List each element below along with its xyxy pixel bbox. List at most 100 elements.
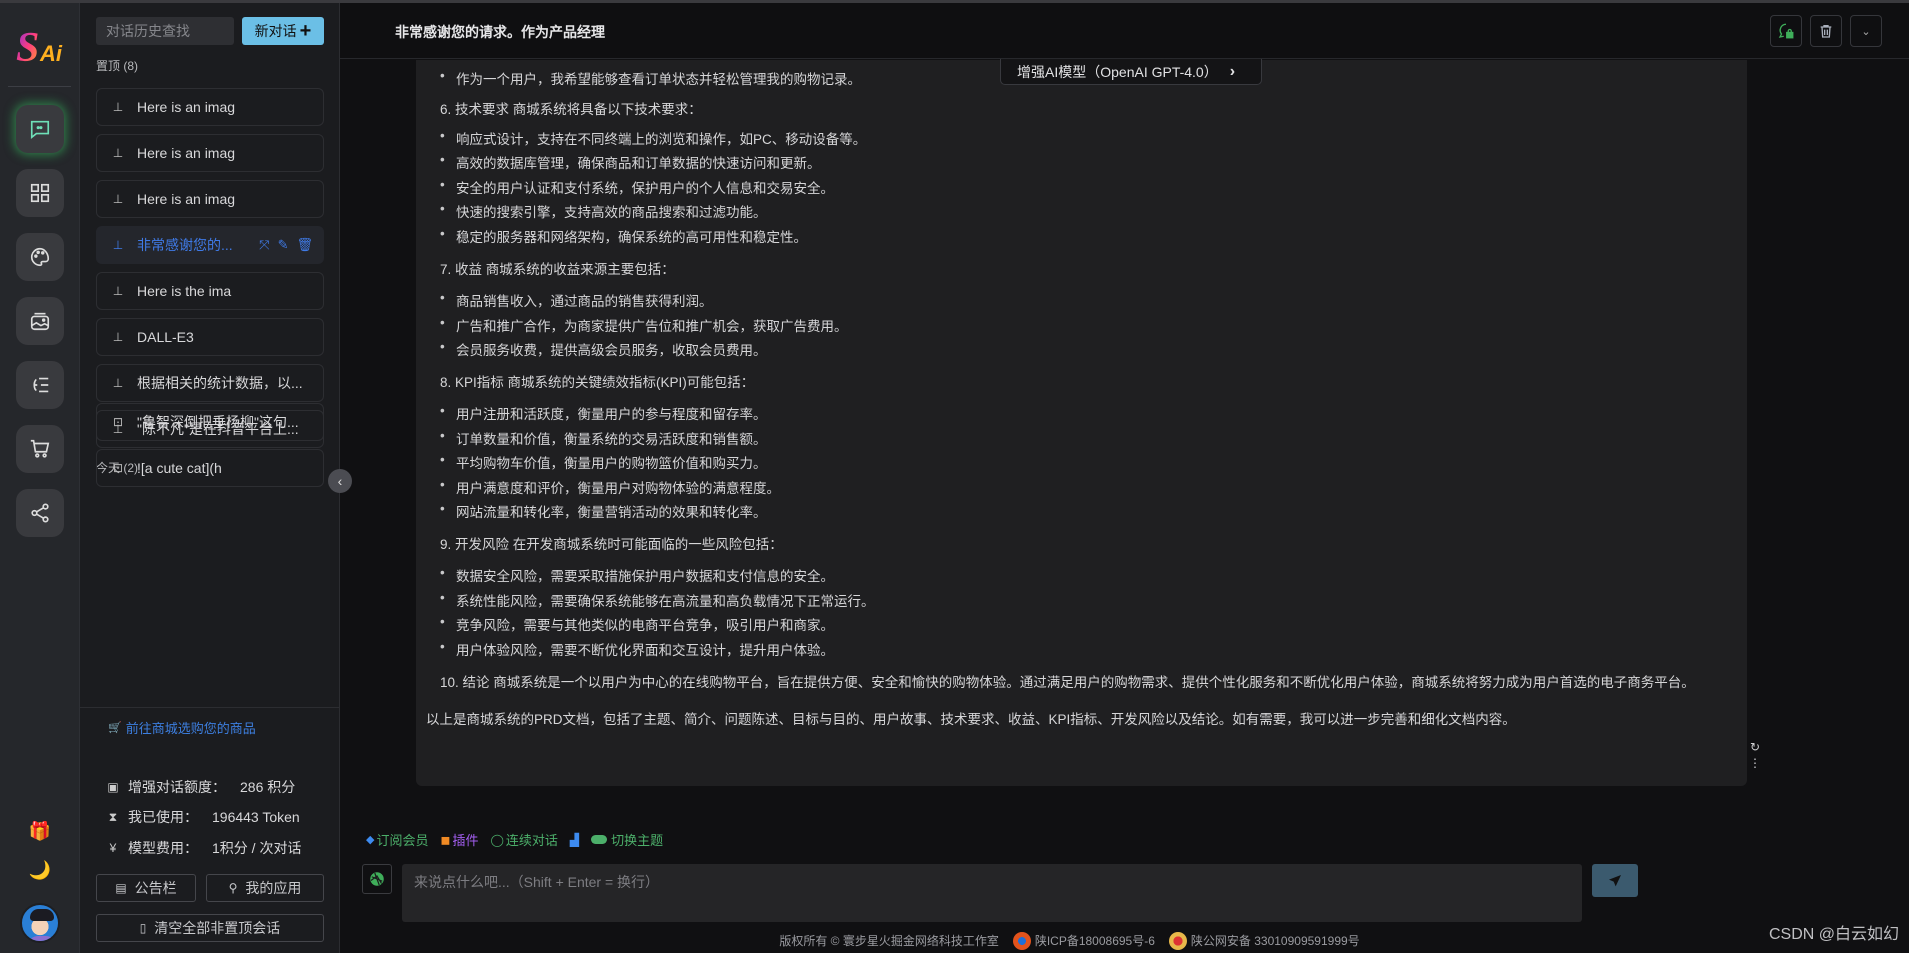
coin-icon: ¥	[109, 841, 117, 855]
message-bullet: 系统性能风险，需要确保系统能够在高流量和高负载情况下正常运行。	[440, 590, 874, 610]
message-bullet: 用户满意度和评价，衡量用户对购物体验的满意程度。	[440, 477, 780, 497]
message-bullet: 安全的用户认证和支付系统，保护用户的个人信息和交易安全。	[440, 177, 834, 197]
history-item-label: "鲁智深倒把垂杨柳"这句...	[137, 414, 299, 430]
rail-mindmap-button[interactable]	[16, 361, 64, 409]
history-item[interactable]: ⊥ Here is an imag	[96, 180, 324, 218]
history-item-label: Here is an imag	[137, 191, 236, 207]
puzzle-icon: ◼	[440, 832, 451, 847]
message-bullet: 网站流量和转化率，衡量营销活动的效果和转化率。	[440, 501, 766, 521]
clear-input-button[interactable]: ▟	[570, 833, 579, 847]
pinned-group-title: 置顶 (8)	[96, 59, 139, 73]
switch-theme-button[interactable]: 切换主题	[591, 830, 663, 849]
pin-icon: ⊥	[112, 192, 124, 206]
message-heading: 10. 结论 商城系统是一个以用户为中心的在线购物平台，旨在提供方便、安全和愉快…	[440, 675, 1695, 690]
history-item[interactable]: ⊥ Here is the ima	[96, 272, 324, 310]
edit-icon[interactable]: ✎	[278, 237, 289, 253]
chat-header: 非常感谢您的请求。作为产品经理 ⌄	[340, 3, 1909, 59]
nav-rail: S Ai 🎁 🌙	[0, 3, 80, 953]
subscribe-button[interactable]: ◆ 订阅会员	[366, 830, 428, 849]
message-bullet: 商品销售收入，通过商品的销售获得利润。	[440, 290, 712, 310]
message-bullet: 数据安全风险，需要采取措施保护用户数据和支付信息的安全。	[440, 565, 834, 585]
rail-share-button[interactable]	[16, 489, 64, 537]
svg-text:Ai: Ai	[39, 41, 63, 66]
history-item[interactable]: ⊥ 非常感谢您的... ⤧ ✎ 🗑	[96, 226, 324, 264]
message-bullet: 会员服务收费，提供高级会员服务，收取会员费用。	[440, 339, 766, 359]
copyright-text: 版权所有 © 寰步星火掘金网络科技工作室	[779, 934, 999, 948]
icp-link[interactable]: 陕ICP备18008695号-6	[1012, 931, 1155, 950]
history-item[interactable]: ⊥ Here is an imag	[96, 134, 324, 172]
rail-apps-button[interactable]	[16, 169, 64, 217]
collapse-panel-button[interactable]: ‹	[328, 469, 352, 493]
history-item-label: ![a cute cat](h	[137, 460, 222, 476]
message-bullet: 用户注册和活跃度，衡量用户的参与程度和留存率。	[440, 403, 766, 423]
delete-chat-button[interactable]	[1810, 15, 1842, 47]
message-heading: 9. 开发风险 在开发商城系统时可能面临的一些风险包括：	[440, 537, 783, 552]
shop-link[interactable]: 🛒 前往商城选购您的商品	[108, 718, 256, 737]
continuous-chat-button[interactable]: ◯ 连续对话	[490, 830, 557, 849]
message-bullet: 高效的数据库管理，确保商品和订单数据的快速访问和更新。	[440, 152, 820, 172]
theme-moon-icon[interactable]: 🌙	[28, 860, 52, 881]
rail-shop-button[interactable]	[16, 425, 64, 473]
delete-icon[interactable]: 🗑	[296, 237, 313, 253]
model-switch-button[interactable]	[362, 864, 392, 894]
more-options-button[interactable]: ⌄	[1850, 15, 1882, 47]
pin-icon: ⊥	[112, 330, 124, 344]
chat-icon: ⊡	[112, 415, 124, 429]
clear-conversations-button[interactable]: ▯ 清空全部非置顶会话	[96, 914, 324, 942]
image-gallery-icon	[30, 312, 50, 331]
regenerate-icon[interactable]: ↻	[1748, 740, 1762, 754]
rail-chat-button[interactable]	[16, 105, 64, 153]
hourglass-icon: ⧗	[108, 809, 118, 824]
new-chat-button[interactable]: 新对话 +	[242, 17, 324, 45]
history-item-label: 非常感谢您的...	[137, 237, 233, 253]
notice-board-button[interactable]: ▤ 公告栏	[96, 874, 196, 902]
new-chat-label: 新对话	[254, 23, 297, 39]
chat-lock-icon	[1778, 23, 1794, 39]
message-bullet: 平均购物车价值，衡量用户的购物篮价值和购买力。	[440, 452, 766, 472]
pin-icon: ⊥	[112, 238, 124, 252]
pin-icon: ⊥	[112, 100, 124, 114]
rail-draw-button[interactable]	[16, 233, 64, 281]
message-bullet: 用户体验风险，需要不断优化界面和交互设计，提升用户体验。	[440, 639, 834, 659]
more-vertical-icon[interactable]: ⋮	[1748, 756, 1762, 770]
trash-icon: ▯	[139, 921, 147, 935]
chat-bubble-icon	[30, 120, 50, 139]
send-icon	[1609, 874, 1621, 886]
rail-gallery-button[interactable]	[16, 297, 64, 345]
history-item[interactable]: ⊥ DALL-E3	[96, 318, 324, 356]
pin-icon: ⊥	[112, 284, 124, 298]
history-item[interactable]: ⊡ "鲁智深倒把垂杨柳"这句...	[96, 403, 324, 441]
user-avatar[interactable]	[20, 903, 60, 943]
pin-icon: ⊥	[112, 376, 124, 390]
my-apps-button[interactable]: ⚲ 我的应用	[206, 874, 324, 902]
history-search-input[interactable]	[96, 17, 234, 45]
wallet-icon: ▣	[107, 780, 119, 794]
plugins-button[interactable]: ◼ 插件	[440, 830, 478, 849]
send-button[interactable]	[1592, 864, 1638, 897]
history-item[interactable]: ⊥ Here is an imag	[96, 88, 324, 126]
globe-icon	[370, 872, 384, 886]
chevron-right-icon: ›	[1229, 62, 1236, 80]
palette-icon	[31, 247, 50, 267]
svg-text:S: S	[16, 25, 39, 69]
panel-divider	[80, 707, 340, 708]
police-link[interactable]: 陕公网安备 33010909591999号	[1168, 931, 1360, 950]
history-item[interactable]: ⊥ 根据相关的统计数据，以...	[96, 364, 324, 402]
chat-toolbar: ◆ 订阅会员 ◼ 插件 ◯ 连续对话 ▟ 切换主题	[366, 830, 663, 849]
watermark: CSDN @白云如幻	[1768, 926, 1899, 943]
apps-icon: ⚲	[228, 881, 238, 895]
notice-icon: ▤	[115, 881, 127, 895]
history-item[interactable]: ⊡ ![a cute cat](h	[96, 449, 324, 487]
message-bullet: 广告和推广合作，为商家提供广告位和推广机会，获取广告费用。	[440, 315, 847, 335]
toggle-icon	[591, 835, 608, 844]
message-heading: 7. 收益 商城系统的收益来源主要包括：	[440, 262, 675, 277]
unpin-icon[interactable]: ⤧	[259, 237, 269, 253]
chat-input[interactable]	[402, 864, 1582, 922]
message-paragraph: 以上是商城系统的PRD文档，包括了主题、简介、问题陈述、目标与目的、用户故事、技…	[426, 712, 1516, 727]
model-selector[interactable]: 增强AI模型（OpenAI GPT-4.0） ›	[1000, 59, 1262, 85]
chat-lock-icon: ◯	[490, 832, 504, 847]
trash-icon	[1820, 25, 1832, 38]
continuous-chat-toggle[interactable]	[1770, 15, 1802, 47]
message-bullet: 响应式设计，支持在不同终端上的浏览和操作，如PC、移动设备等。	[440, 128, 866, 148]
gift-icon[interactable]: 🎁	[28, 821, 52, 842]
